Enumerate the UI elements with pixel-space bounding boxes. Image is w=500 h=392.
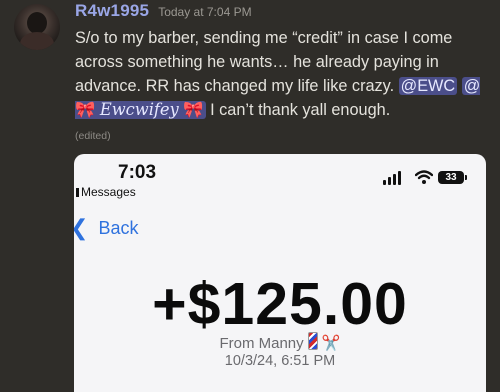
bow-icon: 🎀: [75, 101, 96, 119]
mention-name: Ewcwifey: [99, 100, 179, 119]
bow-icon: 🎀: [183, 101, 204, 119]
edited-label: (edited): [75, 130, 111, 142]
back-label: Back: [98, 218, 139, 238]
mention-ewc[interactable]: @EWC: [398, 77, 458, 95]
status-time: 7:03: [118, 162, 157, 183]
message-text-end: I can’t thank yall enough.: [205, 101, 391, 119]
avatar-head: [27, 12, 47, 34]
back-button[interactable]: ❮ Back: [74, 216, 138, 241]
wifi-icon: [415, 170, 433, 184]
chat-message: R4w1995 Today at 7:04 PM S/o to my barbe…: [0, 0, 500, 392]
mention-prefix: @: [463, 77, 481, 95]
avatar[interactable]: [14, 4, 60, 50]
message-content: S/o to my barber, sending me “credit” in…: [75, 26, 495, 122]
from-label: From Manny: [219, 335, 304, 352]
barber-pole-icon: [307, 332, 318, 350]
payment-amount: +$125.00: [152, 271, 408, 337]
timestamp[interactable]: Today at 7:04 PM: [158, 5, 251, 19]
payment-from: From Manny ✂️: [74, 332, 486, 352]
status-back-label: Messages: [81, 185, 136, 199]
back-chevron-icon: ❮: [74, 216, 88, 241]
signal-icon: [383, 171, 401, 185]
battery-icon: 33: [438, 171, 467, 184]
message-text: S/o to my barber, sending me “credit” in…: [75, 29, 453, 95]
payment-date: 10/3/24, 6:51 PM: [224, 353, 336, 369]
image-attachment[interactable]: 7:03 Messages 33 ❮ Back +$125.00 From Ma…: [74, 154, 486, 392]
message-header: R4w1995 Today at 7:04 PM: [75, 1, 252, 23]
avatar-body: [20, 32, 54, 50]
scissors-icon: ✂️: [321, 335, 341, 352]
back-app-marker: [76, 188, 79, 197]
status-back-app: Messages: [76, 185, 136, 199]
username[interactable]: R4w1995: [75, 1, 149, 21]
